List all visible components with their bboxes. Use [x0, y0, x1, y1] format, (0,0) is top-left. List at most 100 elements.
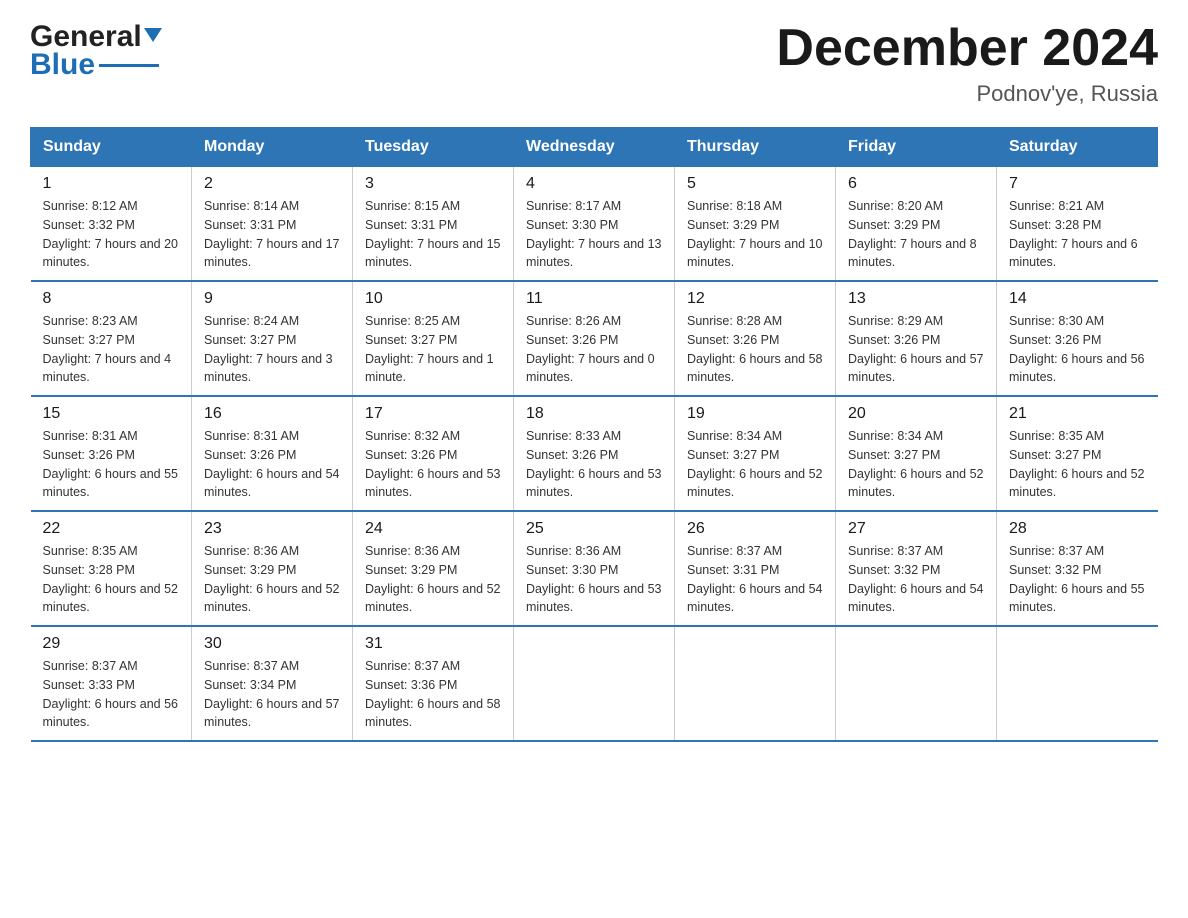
calendar-day-cell: 5 Sunrise: 8:18 AM Sunset: 3:29 PM Dayli…: [675, 167, 836, 282]
day-info: Sunrise: 8:33 AM Sunset: 3:26 PM Dayligh…: [526, 427, 662, 502]
calendar-day-cell: [997, 626, 1158, 741]
day-number: 9: [204, 290, 340, 308]
day-number: 16: [204, 405, 340, 423]
day-of-week-header: Monday: [192, 128, 353, 167]
calendar-day-cell: 26 Sunrise: 8:37 AM Sunset: 3:31 PM Dayl…: [675, 511, 836, 626]
day-info: Sunrise: 8:24 AM Sunset: 3:27 PM Dayligh…: [204, 312, 340, 387]
days-of-week-row: SundayMondayTuesdayWednesdayThursdayFrid…: [31, 128, 1158, 167]
day-info: Sunrise: 8:26 AM Sunset: 3:26 PM Dayligh…: [526, 312, 662, 387]
logo: General Blue: [30, 20, 174, 82]
day-number: 30: [204, 635, 340, 653]
day-number: 13: [848, 290, 984, 308]
day-number: 10: [365, 290, 501, 308]
calendar-day-cell: 30 Sunrise: 8:37 AM Sunset: 3:34 PM Dayl…: [192, 626, 353, 741]
day-number: 15: [43, 405, 180, 423]
calendar-day-cell: 28 Sunrise: 8:37 AM Sunset: 3:32 PM Dayl…: [997, 511, 1158, 626]
day-number: 6: [848, 175, 984, 193]
calendar-day-cell: 23 Sunrise: 8:36 AM Sunset: 3:29 PM Dayl…: [192, 511, 353, 626]
day-info: Sunrise: 8:17 AM Sunset: 3:30 PM Dayligh…: [526, 197, 662, 272]
day-number: 7: [1009, 175, 1146, 193]
calendar-day-cell: [675, 626, 836, 741]
calendar-week-row: 8 Sunrise: 8:23 AM Sunset: 3:27 PM Dayli…: [31, 281, 1158, 396]
page-title: December 2024: [776, 20, 1158, 77]
day-info: Sunrise: 8:32 AM Sunset: 3:26 PM Dayligh…: [365, 427, 501, 502]
day-info: Sunrise: 8:28 AM Sunset: 3:26 PM Dayligh…: [687, 312, 823, 387]
calendar-day-cell: 31 Sunrise: 8:37 AM Sunset: 3:36 PM Dayl…: [353, 626, 514, 741]
calendar-week-row: 22 Sunrise: 8:35 AM Sunset: 3:28 PM Dayl…: [31, 511, 1158, 626]
calendar-week-row: 15 Sunrise: 8:31 AM Sunset: 3:26 PM Dayl…: [31, 396, 1158, 511]
day-info: Sunrise: 8:23 AM Sunset: 3:27 PM Dayligh…: [43, 312, 180, 387]
day-info: Sunrise: 8:30 AM Sunset: 3:26 PM Dayligh…: [1009, 312, 1146, 387]
calendar-header: SundayMondayTuesdayWednesdayThursdayFrid…: [31, 128, 1158, 167]
calendar-day-cell: 25 Sunrise: 8:36 AM Sunset: 3:30 PM Dayl…: [514, 511, 675, 626]
calendar-day-cell: 18 Sunrise: 8:33 AM Sunset: 3:26 PM Dayl…: [514, 396, 675, 511]
calendar-day-cell: 14 Sunrise: 8:30 AM Sunset: 3:26 PM Dayl…: [997, 281, 1158, 396]
day-number: 5: [687, 175, 823, 193]
day-number: 8: [43, 290, 180, 308]
calendar-day-cell: 24 Sunrise: 8:36 AM Sunset: 3:29 PM Dayl…: [353, 511, 514, 626]
calendar-day-cell: 15 Sunrise: 8:31 AM Sunset: 3:26 PM Dayl…: [31, 396, 192, 511]
calendar-day-cell: 27 Sunrise: 8:37 AM Sunset: 3:32 PM Dayl…: [836, 511, 997, 626]
day-number: 1: [43, 175, 180, 193]
day-number: 24: [365, 520, 501, 538]
page-subtitle: Podnov'ye, Russia: [776, 81, 1158, 107]
day-info: Sunrise: 8:37 AM Sunset: 3:32 PM Dayligh…: [848, 542, 984, 617]
calendar-day-cell: 21 Sunrise: 8:35 AM Sunset: 3:27 PM Dayl…: [997, 396, 1158, 511]
logo-triangle-icon: [144, 20, 174, 50]
day-number: 28: [1009, 520, 1146, 538]
day-number: 4: [526, 175, 662, 193]
calendar-day-cell: [514, 626, 675, 741]
day-number: 27: [848, 520, 984, 538]
calendar-day-cell: 19 Sunrise: 8:34 AM Sunset: 3:27 PM Dayl…: [675, 396, 836, 511]
day-number: 3: [365, 175, 501, 193]
day-info: Sunrise: 8:36 AM Sunset: 3:30 PM Dayligh…: [526, 542, 662, 617]
day-info: Sunrise: 8:18 AM Sunset: 3:29 PM Dayligh…: [687, 197, 823, 272]
calendar-day-cell: 12 Sunrise: 8:28 AM Sunset: 3:26 PM Dayl…: [675, 281, 836, 396]
day-info: Sunrise: 8:37 AM Sunset: 3:34 PM Dayligh…: [204, 657, 340, 732]
day-info: Sunrise: 8:31 AM Sunset: 3:26 PM Dayligh…: [43, 427, 180, 502]
calendar-day-cell: 2 Sunrise: 8:14 AM Sunset: 3:31 PM Dayli…: [192, 167, 353, 282]
day-info: Sunrise: 8:35 AM Sunset: 3:28 PM Dayligh…: [43, 542, 180, 617]
calendar-day-cell: 16 Sunrise: 8:31 AM Sunset: 3:26 PM Dayl…: [192, 396, 353, 511]
day-info: Sunrise: 8:31 AM Sunset: 3:26 PM Dayligh…: [204, 427, 340, 502]
day-number: 23: [204, 520, 340, 538]
calendar-day-cell: 4 Sunrise: 8:17 AM Sunset: 3:30 PM Dayli…: [514, 167, 675, 282]
day-number: 19: [687, 405, 823, 423]
calendar-body: 1 Sunrise: 8:12 AM Sunset: 3:32 PM Dayli…: [31, 167, 1158, 742]
day-number: 2: [204, 175, 340, 193]
day-number: 20: [848, 405, 984, 423]
calendar-day-cell: 3 Sunrise: 8:15 AM Sunset: 3:31 PM Dayli…: [353, 167, 514, 282]
day-of-week-header: Saturday: [997, 128, 1158, 167]
day-number: 17: [365, 405, 501, 423]
day-info: Sunrise: 8:15 AM Sunset: 3:31 PM Dayligh…: [365, 197, 501, 272]
day-info: Sunrise: 8:35 AM Sunset: 3:27 PM Dayligh…: [1009, 427, 1146, 502]
calendar-table: SundayMondayTuesdayWednesdayThursdayFrid…: [30, 127, 1158, 742]
calendar-day-cell: 8 Sunrise: 8:23 AM Sunset: 3:27 PM Dayli…: [31, 281, 192, 396]
day-info: Sunrise: 8:21 AM Sunset: 3:28 PM Dayligh…: [1009, 197, 1146, 272]
day-of-week-header: Tuesday: [353, 128, 514, 167]
calendar-day-cell: 6 Sunrise: 8:20 AM Sunset: 3:29 PM Dayli…: [836, 167, 997, 282]
calendar-day-cell: 1 Sunrise: 8:12 AM Sunset: 3:32 PM Dayli…: [31, 167, 192, 282]
day-of-week-header: Friday: [836, 128, 997, 167]
day-number: 14: [1009, 290, 1146, 308]
calendar-day-cell: [836, 626, 997, 741]
calendar-week-row: 29 Sunrise: 8:37 AM Sunset: 3:33 PM Dayl…: [31, 626, 1158, 741]
day-of-week-header: Wednesday: [514, 128, 675, 167]
day-number: 22: [43, 520, 180, 538]
day-number: 25: [526, 520, 662, 538]
day-number: 21: [1009, 405, 1146, 423]
day-info: Sunrise: 8:34 AM Sunset: 3:27 PM Dayligh…: [848, 427, 984, 502]
calendar-day-cell: 20 Sunrise: 8:34 AM Sunset: 3:27 PM Dayl…: [836, 396, 997, 511]
day-info: Sunrise: 8:36 AM Sunset: 3:29 PM Dayligh…: [204, 542, 340, 617]
calendar-day-cell: 22 Sunrise: 8:35 AM Sunset: 3:28 PM Dayl…: [31, 511, 192, 626]
day-number: 26: [687, 520, 823, 538]
page-header: General Blue December 2024 Podnov'ye, Ru…: [30, 20, 1158, 107]
calendar-week-row: 1 Sunrise: 8:12 AM Sunset: 3:32 PM Dayli…: [31, 167, 1158, 282]
day-info: Sunrise: 8:37 AM Sunset: 3:33 PM Dayligh…: [43, 657, 180, 732]
day-number: 12: [687, 290, 823, 308]
day-of-week-header: Sunday: [31, 128, 192, 167]
day-info: Sunrise: 8:14 AM Sunset: 3:31 PM Dayligh…: [204, 197, 340, 272]
calendar-day-cell: 7 Sunrise: 8:21 AM Sunset: 3:28 PM Dayli…: [997, 167, 1158, 282]
day-info: Sunrise: 8:20 AM Sunset: 3:29 PM Dayligh…: [848, 197, 984, 272]
day-number: 31: [365, 635, 501, 653]
